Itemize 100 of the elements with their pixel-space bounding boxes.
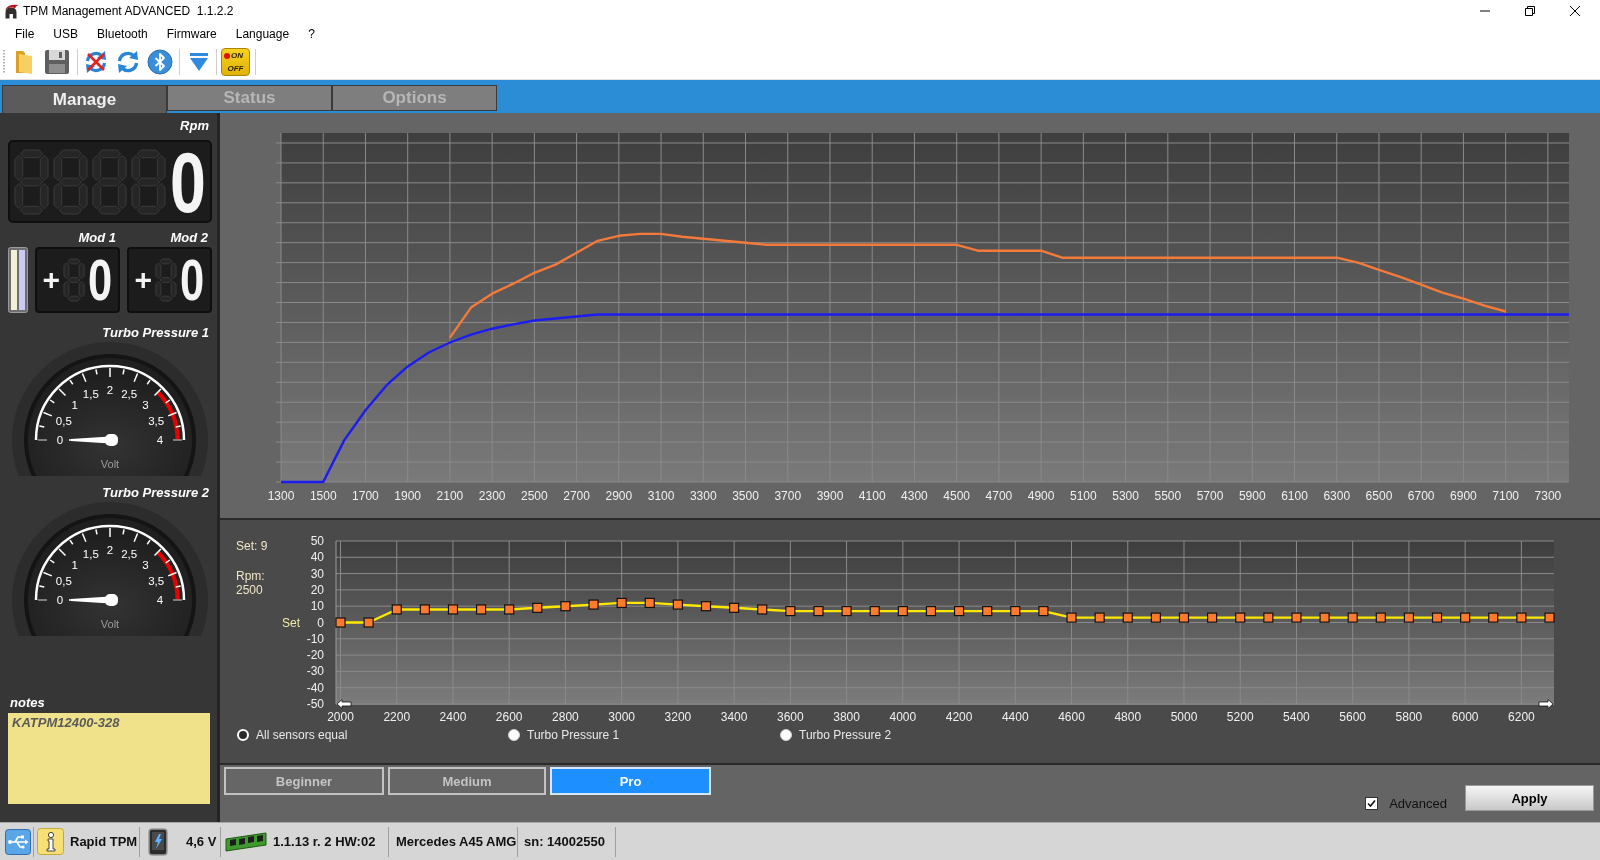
vehicle-name: Mercedes A45 AMG [396,834,517,849]
square-marker-icon[interactable] [532,602,543,613]
apply-button[interactable]: Apply [1465,785,1594,811]
square-marker-icon[interactable] [982,606,993,617]
square-marker-icon[interactable] [925,606,937,617]
square-marker-icon[interactable] [1291,612,1302,623]
axis-label: 5000 [1170,710,1198,724]
square-marker-icon[interactable] [1122,612,1133,623]
square-marker-icon[interactable] [391,604,402,615]
menu-item[interactable]: USB [53,26,79,41]
square-marker-icon[interactable] [897,606,908,617]
square-marker-icon[interactable] [1375,612,1386,623]
square-marker-icon[interactable] [616,597,627,609]
left-arrow-icon[interactable] [336,699,352,709]
square-marker-icon[interactable] [1178,612,1190,623]
square-marker-icon[interactable] [1544,612,1555,623]
power-toggle-button[interactable]: ON OFF [221,48,250,76]
info-icon[interactable] [37,828,64,855]
square-marker-icon[interactable] [1403,612,1414,623]
axis-label: 6900 [1450,489,1477,503]
scale-label: 1,5 [82,547,99,560]
unlit-digit-icon [14,148,50,215]
scale-label: 4 [156,594,164,606]
menu-item[interactable]: Firmware [166,26,217,41]
axis-label: -40 [306,680,324,695]
menu-item[interactable]: File [15,26,35,41]
restore-icon[interactable] [1524,6,1535,16]
close-icon[interactable] [1569,6,1580,16]
unlit-digit-icon [63,258,86,302]
square-marker-icon[interactable] [1150,612,1161,623]
square-marker-icon[interactable] [1347,612,1358,623]
axis-title: Set [282,615,300,630]
axis-label: 4100 [858,489,886,503]
square-marker-icon[interactable] [588,599,599,610]
scale-label: 3,5 [148,574,165,587]
voltage-reading: 4,6 V [186,834,217,849]
axis-label: 3500 [732,489,759,503]
menu-item[interactable]: Bluetooth [97,26,148,41]
notes-field[interactable]: KATPM12400-328 [8,713,210,804]
square-marker-icon[interactable] [813,606,824,617]
window-title: TPM Management ADVANCED 1.1.2.2 [23,4,234,18]
square-marker-icon[interactable] [1460,612,1471,623]
axis-label: 5600 [1339,710,1367,724]
square-marker-icon[interactable] [1207,612,1218,623]
square-marker-icon[interactable] [1010,606,1021,617]
refresh-icon[interactable] [115,49,141,75]
axis-label: 5900 [1238,489,1266,503]
square-marker-icon[interactable] [504,604,515,615]
axis-label: 2300 [478,489,506,503]
axis-label: 2100 [436,489,464,503]
square-marker-icon[interactable] [560,601,571,612]
square-marker-icon[interactable] [785,606,796,617]
right-arrow-icon[interactable] [1538,699,1554,709]
square-marker-icon[interactable] [1066,612,1077,623]
square-marker-icon[interactable] [1516,612,1527,623]
square-marker-icon[interactable] [1263,612,1274,623]
axis-label: 50 [310,534,324,548]
square-marker-icon[interactable] [1094,612,1105,623]
square-marker-icon[interactable] [644,597,655,609]
rpm-label: Rpm [180,117,209,133]
unit-label: Volt [100,458,120,470]
menu-item[interactable]: Language [235,26,290,41]
tab[interactable]: Manage [2,85,167,113]
square-marker-icon[interactable] [363,617,374,628]
square-marker-icon[interactable] [1319,612,1330,623]
mod-label: Mod 2 [170,229,208,245]
mod-value: 0 [88,255,113,305]
square-marker-icon[interactable] [475,604,487,615]
unlit-digit-icon [155,258,178,302]
bluetooth-icon[interactable] [147,49,173,75]
square-marker-icon[interactable] [869,606,880,617]
axis-label: 6100 [1281,489,1308,503]
radio-option[interactable]: All sensors equal [237,728,348,742]
gauge-title: Turbo Pressure 2 [102,484,209,500]
usb-icon[interactable] [5,828,31,855]
square-marker-icon[interactable] [1488,612,1499,623]
save-icon[interactable] [44,49,70,75]
axis-label: 4200 [945,710,973,724]
square-marker-icon[interactable] [672,599,683,610]
square-marker-icon[interactable] [335,617,346,628]
unit-label: Volt [100,618,120,630]
square-marker-icon[interactable] [841,606,852,617]
radio-option[interactable]: Turbo Pressure 1 [508,728,620,742]
square-marker-icon[interactable] [729,602,740,613]
square-marker-icon[interactable] [700,601,712,612]
radio-option[interactable]: Turbo Pressure 2 [780,728,892,742]
square-marker-icon[interactable] [953,606,965,617]
axis-label: 1700 [352,489,379,503]
down-triangle-icon[interactable] [189,52,209,72]
square-marker-icon[interactable] [757,604,768,615]
axis-label: 6000 [1451,710,1479,724]
axis-label: 30 [310,566,324,581]
square-marker-icon[interactable] [419,604,430,615]
axis-label: 2200 [383,710,411,724]
square-marker-icon[interactable] [1235,612,1246,623]
square-marker-icon[interactable] [1431,612,1443,623]
menu-item[interactable]: ? [308,26,315,41]
crossed-refresh-icon[interactable] [83,49,109,75]
square-marker-icon[interactable] [447,604,459,615]
square-marker-icon[interactable] [1038,606,1049,617]
